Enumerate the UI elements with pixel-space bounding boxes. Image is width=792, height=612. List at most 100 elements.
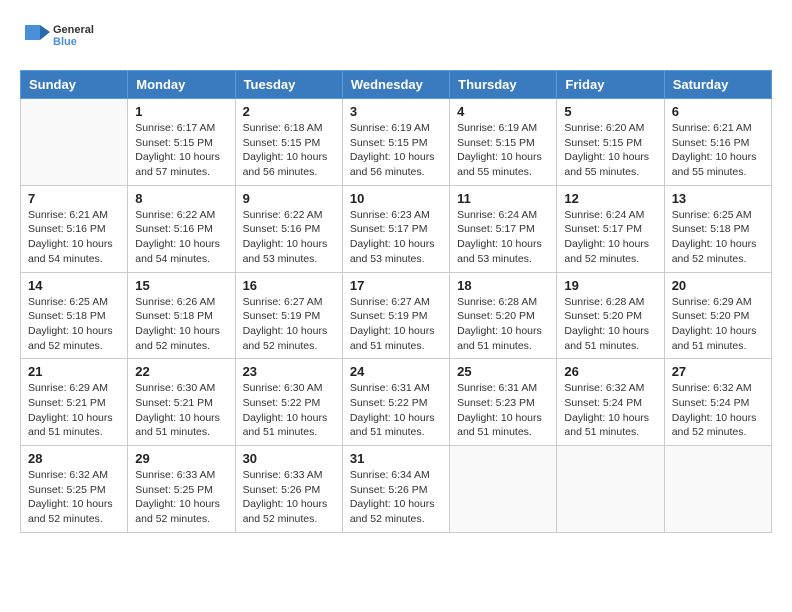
calendar-cell: 21 Sunrise: 6:29 AM Sunset: 5:21 PM Dayli… bbox=[21, 359, 128, 446]
day-number: 16 bbox=[243, 278, 335, 293]
day-number: 4 bbox=[457, 104, 549, 119]
day-number: 15 bbox=[135, 278, 227, 293]
day-info: Sunrise: 6:21 AM Sunset: 5:16 PM Dayligh… bbox=[672, 121, 764, 180]
calendar-cell: 3Sunrise: 6:19 AM Sunset: 5:15 PM Daylig… bbox=[342, 99, 449, 186]
header: GeneralBlue bbox=[20, 20, 772, 60]
day-number: 12 bbox=[564, 191, 656, 206]
calendar-cell: 29 Sunrise: 6:33 AM Sunset: 5:25 PM Dayli… bbox=[128, 446, 235, 533]
day-number: 29 bbox=[135, 451, 227, 466]
calendar-cell: 15 Sunrise: 6:26 AM Sunset: 5:18 PM Dayli… bbox=[128, 272, 235, 359]
day-number: 19 bbox=[564, 278, 656, 293]
weekday-header-monday: Monday bbox=[128, 71, 235, 99]
calendar-table: SundayMondayTuesdayWednesdayThursdayFrid… bbox=[20, 70, 772, 533]
week-row-1: 1 Sunrise: 6:17 AM Sunset: 5:15 PM Daylig… bbox=[21, 99, 772, 186]
day-info: Sunrise: 6:28 AM Sunset: 5:20 PM Dayligh… bbox=[457, 295, 549, 354]
day-number: 31 bbox=[350, 451, 442, 466]
day-info: Sunrise: 6:20 AM Sunset: 5:15 PM Dayligh… bbox=[564, 121, 656, 180]
day-info: Sunrise: 6:22 AM Sunset: 5:16 PM Dayligh… bbox=[135, 208, 227, 267]
calendar-cell: 20Sunrise: 6:29 AM Sunset: 5:20 PM Dayli… bbox=[664, 272, 771, 359]
day-info: Sunrise: 6:28 AM Sunset: 5:20 PM Dayligh… bbox=[564, 295, 656, 354]
day-number: 30 bbox=[243, 451, 335, 466]
day-info: Sunrise: 6:31 AM Sunset: 5:23 PM Dayligh… bbox=[457, 381, 549, 440]
calendar-cell: 9Sunrise: 6:22 AM Sunset: 5:16 PM Daylig… bbox=[235, 185, 342, 272]
calendar-cell: 13 Sunrise: 6:25 AM Sunset: 5:18 PM Dayli… bbox=[664, 185, 771, 272]
day-number: 11 bbox=[457, 191, 549, 206]
logo-svg: GeneralBlue bbox=[20, 20, 100, 60]
calendar-cell: 30 Sunrise: 6:33 AM Sunset: 5:26 PM Dayli… bbox=[235, 446, 342, 533]
day-number: 8 bbox=[135, 191, 227, 206]
day-number: 5 bbox=[564, 104, 656, 119]
calendar-cell: 24 Sunrise: 6:31 AM Sunset: 5:22 PM Dayli… bbox=[342, 359, 449, 446]
calendar-cell: 4 Sunrise: 6:19 AM Sunset: 5:15 PM Daylig… bbox=[450, 99, 557, 186]
weekday-header-tuesday: Tuesday bbox=[235, 71, 342, 99]
calendar-cell: 27 Sunrise: 6:32 AM Sunset: 5:24 PM Dayli… bbox=[664, 359, 771, 446]
calendar-cell: 25 Sunrise: 6:31 AM Sunset: 5:23 PM Dayli… bbox=[450, 359, 557, 446]
svg-text:Blue: Blue bbox=[53, 36, 77, 48]
day-number: 18 bbox=[457, 278, 549, 293]
day-number: 23 bbox=[243, 364, 335, 379]
day-info: Sunrise: 6:25 AM Sunset: 5:18 PM Dayligh… bbox=[672, 208, 764, 267]
calendar-cell: 7 Sunrise: 6:21 AM Sunset: 5:16 PM Daylig… bbox=[21, 185, 128, 272]
weekday-header-row: SundayMondayTuesdayWednesdayThursdayFrid… bbox=[21, 71, 772, 99]
svg-text:General: General bbox=[53, 24, 94, 36]
weekday-header-sunday: Sunday bbox=[21, 71, 128, 99]
week-row-3: 14 Sunrise: 6:25 AM Sunset: 5:18 PM Dayli… bbox=[21, 272, 772, 359]
day-info: Sunrise: 6:29 AM Sunset: 5:21 PM Dayligh… bbox=[28, 381, 120, 440]
day-info: Sunrise: 6:27 AM Sunset: 5:19 PM Dayligh… bbox=[243, 295, 335, 354]
day-number: 20 bbox=[672, 278, 764, 293]
weekday-header-wednesday: Wednesday bbox=[342, 71, 449, 99]
day-info: Sunrise: 6:19 AM Sunset: 5:15 PM Dayligh… bbox=[457, 121, 549, 180]
day-info: Sunrise: 6:25 AM Sunset: 5:18 PM Dayligh… bbox=[28, 295, 120, 354]
calendar-cell: 23 Sunrise: 6:30 AM Sunset: 5:22 PM Dayli… bbox=[235, 359, 342, 446]
calendar-cell bbox=[557, 446, 664, 533]
day-number: 1 bbox=[135, 104, 227, 119]
day-info: Sunrise: 6:17 AM Sunset: 5:15 PM Dayligh… bbox=[135, 121, 227, 180]
day-info: Sunrise: 6:26 AM Sunset: 5:18 PM Dayligh… bbox=[135, 295, 227, 354]
calendar-cell: 28 Sunrise: 6:32 AM Sunset: 5:25 PM Dayli… bbox=[21, 446, 128, 533]
calendar-cell: 5 Sunrise: 6:20 AM Sunset: 5:15 PM Daylig… bbox=[557, 99, 664, 186]
day-info: Sunrise: 6:30 AM Sunset: 5:22 PM Dayligh… bbox=[243, 381, 335, 440]
day-info: Sunrise: 6:30 AM Sunset: 5:21 PM Dayligh… bbox=[135, 381, 227, 440]
calendar-cell: 17Sunrise: 6:27 AM Sunset: 5:19 PM Dayli… bbox=[342, 272, 449, 359]
day-info: Sunrise: 6:32 AM Sunset: 5:24 PM Dayligh… bbox=[564, 381, 656, 440]
day-info: Sunrise: 6:18 AM Sunset: 5:15 PM Dayligh… bbox=[243, 121, 335, 180]
day-info: Sunrise: 6:21 AM Sunset: 5:16 PM Dayligh… bbox=[28, 208, 120, 267]
day-info: Sunrise: 6:33 AM Sunset: 5:26 PM Dayligh… bbox=[243, 468, 335, 527]
day-number: 28 bbox=[28, 451, 120, 466]
weekday-header-thursday: Thursday bbox=[450, 71, 557, 99]
day-number: 27 bbox=[672, 364, 764, 379]
day-info: Sunrise: 6:32 AM Sunset: 5:25 PM Dayligh… bbox=[28, 468, 120, 527]
day-number: 21 bbox=[28, 364, 120, 379]
day-number: 24 bbox=[350, 364, 442, 379]
day-info: Sunrise: 6:31 AM Sunset: 5:22 PM Dayligh… bbox=[350, 381, 442, 440]
week-row-4: 21 Sunrise: 6:29 AM Sunset: 5:21 PM Dayli… bbox=[21, 359, 772, 446]
day-number: 22 bbox=[135, 364, 227, 379]
day-info: Sunrise: 6:19 AM Sunset: 5:15 PM Dayligh… bbox=[350, 121, 442, 180]
day-number: 7 bbox=[28, 191, 120, 206]
calendar-cell: 12Sunrise: 6:24 AM Sunset: 5:17 PM Dayli… bbox=[557, 185, 664, 272]
day-info: Sunrise: 6:23 AM Sunset: 5:17 PM Dayligh… bbox=[350, 208, 442, 267]
calendar-cell: 1 Sunrise: 6:17 AM Sunset: 5:15 PM Daylig… bbox=[128, 99, 235, 186]
day-number: 6 bbox=[672, 104, 764, 119]
day-number: 10 bbox=[350, 191, 442, 206]
calendar-cell: 31Sunrise: 6:34 AM Sunset: 5:26 PM Dayli… bbox=[342, 446, 449, 533]
day-info: Sunrise: 6:32 AM Sunset: 5:24 PM Dayligh… bbox=[672, 381, 764, 440]
day-number: 14 bbox=[28, 278, 120, 293]
calendar-cell bbox=[450, 446, 557, 533]
calendar-cell: 19 Sunrise: 6:28 AM Sunset: 5:20 PM Dayli… bbox=[557, 272, 664, 359]
day-info: Sunrise: 6:22 AM Sunset: 5:16 PM Dayligh… bbox=[243, 208, 335, 267]
day-info: Sunrise: 6:33 AM Sunset: 5:25 PM Dayligh… bbox=[135, 468, 227, 527]
day-number: 13 bbox=[672, 191, 764, 206]
calendar-cell bbox=[21, 99, 128, 186]
calendar-cell bbox=[664, 446, 771, 533]
weekday-header-saturday: Saturday bbox=[664, 71, 771, 99]
weekday-header-friday: Friday bbox=[557, 71, 664, 99]
calendar-cell: 26Sunrise: 6:32 AM Sunset: 5:24 PM Dayli… bbox=[557, 359, 664, 446]
calendar-cell: 11Sunrise: 6:24 AM Sunset: 5:17 PM Dayli… bbox=[450, 185, 557, 272]
week-row-2: 7 Sunrise: 6:21 AM Sunset: 5:16 PM Daylig… bbox=[21, 185, 772, 272]
day-number: 25 bbox=[457, 364, 549, 379]
day-number: 17 bbox=[350, 278, 442, 293]
calendar-cell: 8 Sunrise: 6:22 AM Sunset: 5:16 PM Daylig… bbox=[128, 185, 235, 272]
calendar-cell: 6 Sunrise: 6:21 AM Sunset: 5:16 PM Daylig… bbox=[664, 99, 771, 186]
calendar-cell: 10 Sunrise: 6:23 AM Sunset: 5:17 PM Dayli… bbox=[342, 185, 449, 272]
